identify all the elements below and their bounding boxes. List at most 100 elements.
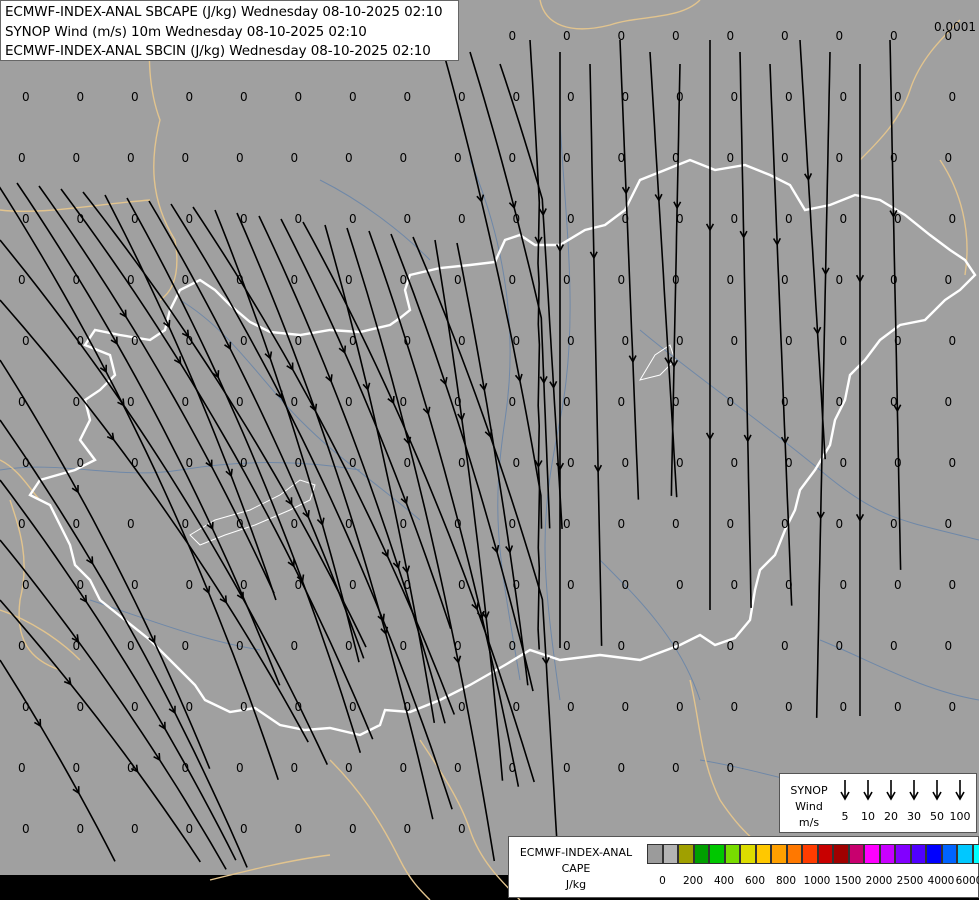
grid-value-label: 0 — [127, 151, 135, 165]
grid-value-label: 0 — [18, 395, 26, 409]
grid-value-label: 0 — [18, 639, 26, 653]
grid-value-label: 0 — [77, 700, 85, 714]
grid-value-label: 0 — [458, 578, 466, 592]
grid-value-label: 0 — [186, 456, 194, 470]
map-view[interactable]: 0 0 0 0 0 0 0 0 0 0 0 0 0 0 0 0 0 0 0 0 0 0 0 0 0 0 0 0 0 0 0 0 0 0 0 0 0 0 0 0… — [0, 0, 979, 900]
grid-value-label: 0 — [454, 639, 462, 653]
grid-value-label: 0 — [672, 273, 680, 287]
grid-value-label: 0 — [945, 639, 953, 653]
grid-value-label: 0 — [567, 90, 575, 104]
cape-color-swatch — [786, 844, 802, 864]
grid-value-label: 0 — [349, 456, 357, 470]
map-background — [0, 0, 979, 900]
grid-value-label: 0 — [127, 517, 135, 531]
cape-color-swatch — [693, 844, 709, 864]
cape-scale-label: 4000 — [927, 875, 955, 887]
wind-legend-item: 50 — [926, 778, 948, 823]
arrow-down-icon — [955, 780, 965, 801]
arrow-down-icon — [909, 780, 919, 801]
grid-value-label: 0 — [672, 761, 680, 775]
grid-value-label: 0 — [131, 456, 139, 470]
grid-value-label: 0 — [131, 90, 139, 104]
grid-value-label: 0 — [840, 90, 848, 104]
grid-value-label: 0 — [404, 90, 412, 104]
grid-value-label: 0 — [731, 334, 739, 348]
cape-color-swatch — [833, 844, 849, 864]
grid-value-label: 0 — [731, 700, 739, 714]
grid-value-label: 0 — [291, 395, 299, 409]
grid-value-label: 0 — [131, 578, 139, 592]
cape-legend-title: ECMWF-INDEX-ANAL CAPE J/kg — [512, 845, 640, 893]
grid-value-label: 0 — [404, 578, 412, 592]
grid-value-label: 0 — [73, 151, 81, 165]
map-canvas[interactable]: 0 0 0 0 0 0 0 0 0 0 0 0 0 0 0 0 0 0 0 0 0 0 0 0 0 0 0 0 0 0 0 0 0 0 0 0 0 0 0 0… — [0, 0, 979, 900]
grid-value-label: 0 — [563, 273, 571, 287]
arrow-down-icon — [886, 780, 896, 801]
grid-value-label: 0 — [676, 456, 684, 470]
grid-value-label: 0 — [404, 456, 412, 470]
grid-value-label: 0 — [349, 90, 357, 104]
grid-value-label: 0 — [77, 456, 85, 470]
cape-legend-title-line1: ECMWF-INDEX-ANAL — [519, 846, 633, 859]
arrow-down-icon — [840, 780, 850, 801]
wind-legend-title: SYNOP Wind m/s — [784, 783, 834, 831]
grid-value-label: 0 — [949, 700, 957, 714]
grid-value-label: 0 — [400, 273, 408, 287]
corner-value-label: 0.0001 — [934, 20, 976, 34]
grid-value-label: 0 — [186, 578, 194, 592]
grid-value-label: 0 — [563, 639, 571, 653]
grid-value-label: 0 — [345, 517, 353, 531]
grid-value-label: 0 — [676, 90, 684, 104]
grid-value-label: 0 — [186, 90, 194, 104]
grid-value-label: 0 — [509, 761, 517, 775]
grid-value-label: 0 — [349, 334, 357, 348]
cape-color-swatch — [755, 844, 771, 864]
grid-value-label: 0 — [18, 517, 26, 531]
grid-value-label: 0 — [727, 395, 735, 409]
grid-value-label: 0 — [73, 761, 81, 775]
grid-value-label: 0 — [949, 334, 957, 348]
grid-value-label: 0 — [182, 151, 190, 165]
grid-value-label: 0 — [236, 517, 244, 531]
cape-scale-label: 1000 — [803, 875, 831, 887]
grid-value-label: 0 — [73, 639, 81, 653]
grid-value-label: 0 — [458, 822, 466, 836]
grid-value-label: 0 — [345, 151, 353, 165]
cape-color-swatch — [879, 844, 895, 864]
grid-value-label: 0 — [349, 212, 357, 226]
grid-value-label: 0 — [618, 29, 626, 43]
grid-value-label: 0 — [676, 334, 684, 348]
grid-value-label: 0 — [22, 578, 30, 592]
grid-value-label: 0 — [18, 273, 26, 287]
grid-value-label: 0 — [890, 639, 898, 653]
grid-value-label: 0 — [672, 517, 680, 531]
grid-value-label: 0 — [945, 395, 953, 409]
grid-value-label: 0 — [672, 151, 680, 165]
grid-value-label: 0 — [785, 700, 793, 714]
wind-legend-item: 10 — [857, 778, 879, 823]
grid-value-label: 0 — [513, 578, 521, 592]
grid-value-label: 0 — [458, 212, 466, 226]
grid-value-label: 0 — [785, 334, 793, 348]
grid-value-label: 0 — [622, 700, 630, 714]
grid-value-label: 0 — [22, 822, 30, 836]
grid-value-label: 0 — [567, 578, 575, 592]
cape-color-swatch — [678, 844, 694, 864]
cape-scale-label: 1500 — [834, 875, 862, 887]
grid-value-label: 0 — [454, 517, 462, 531]
wind-legend-item: 100 — [949, 778, 971, 823]
cape-legend-title-line2: CAPE — [561, 862, 591, 875]
grid-value-label: 0 — [622, 90, 630, 104]
title-synop-wind: SYNOP Wind (m/s) 10m Wednesday 08-10-202… — [5, 24, 367, 40]
cape-color-swatch — [895, 844, 911, 864]
grid-value-label: 0 — [509, 395, 517, 409]
grid-value-label: 0 — [349, 822, 357, 836]
grid-value-label: 0 — [240, 456, 248, 470]
grid-value-label: 0 — [458, 334, 466, 348]
grid-value-label: 0 — [186, 334, 194, 348]
grid-value-label: 0 — [295, 822, 303, 836]
grid-value-label: 0 — [454, 761, 462, 775]
grid-value-label: 0 — [676, 700, 684, 714]
grid-value-label: 0 — [291, 639, 299, 653]
grid-value-label: 0 — [618, 639, 626, 653]
